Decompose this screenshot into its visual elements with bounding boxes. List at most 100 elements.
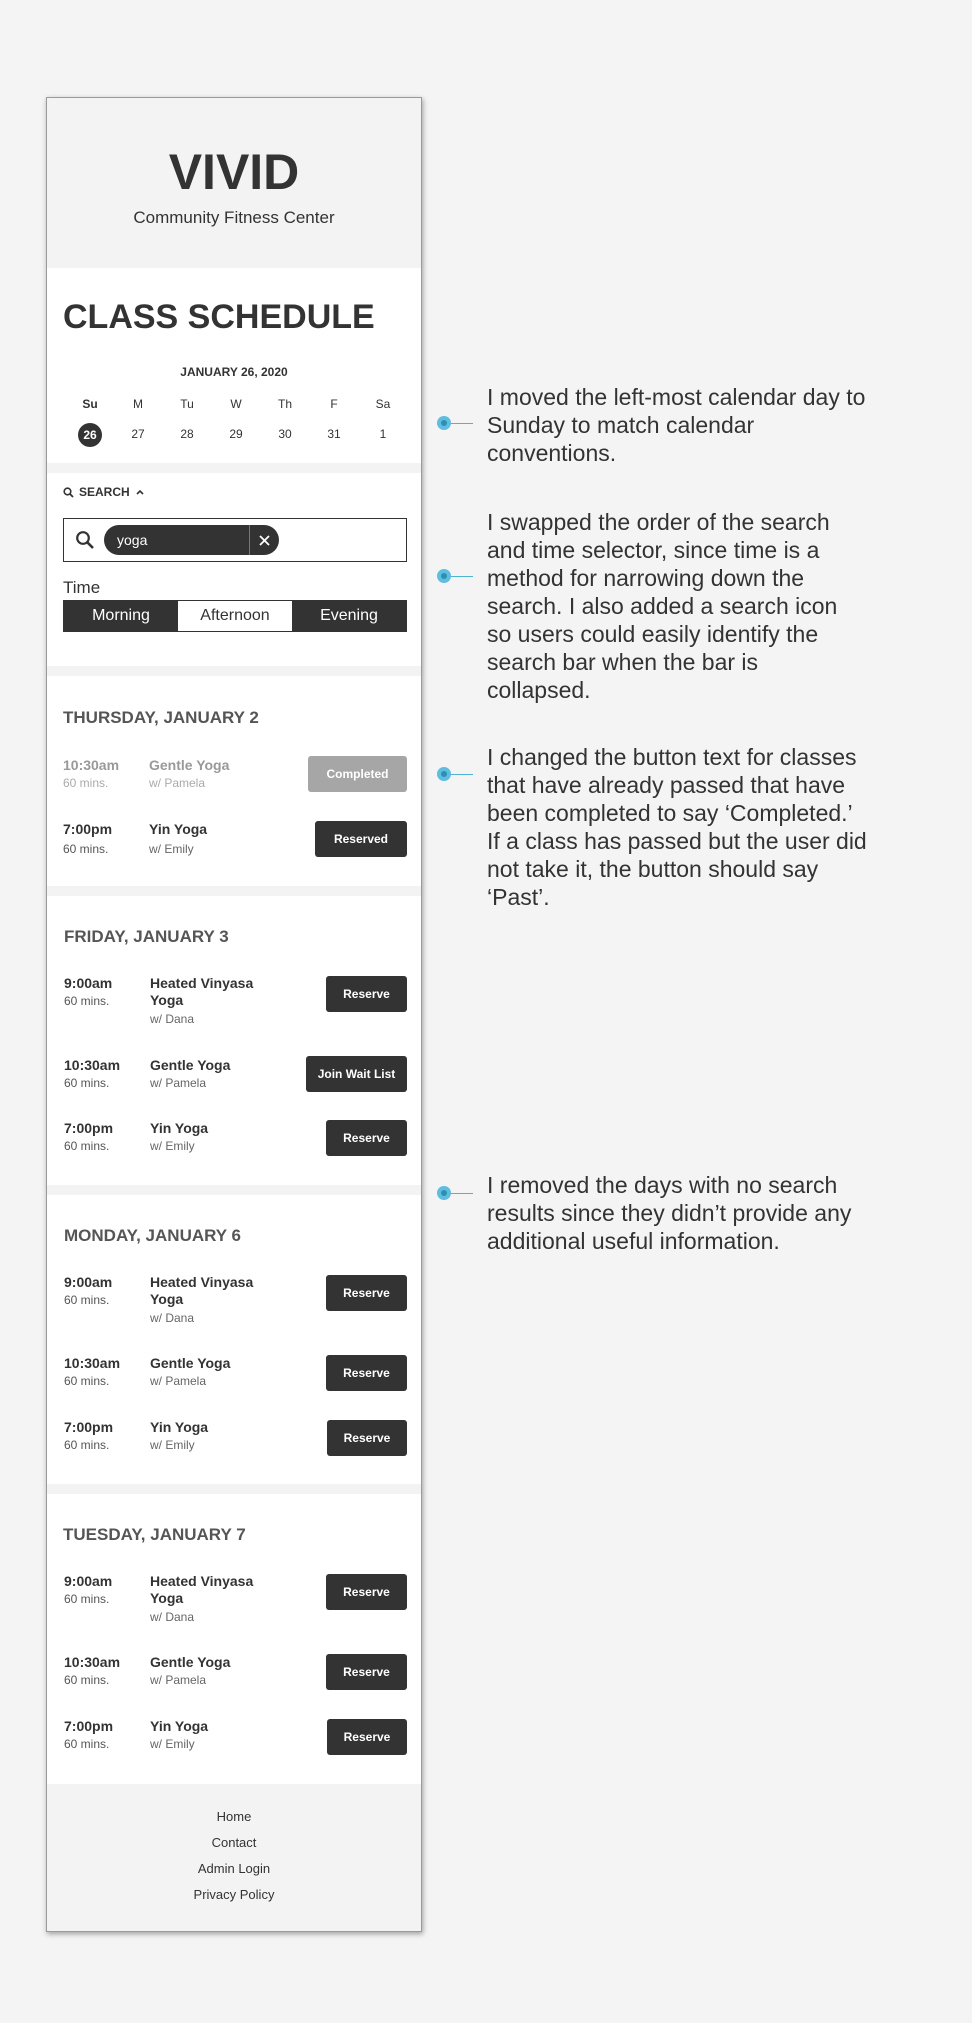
footer-link-contact[interactable]: Contact bbox=[47, 1835, 421, 1850]
weekday-tu: Tu bbox=[180, 397, 194, 411]
brand-tagline: Community Fitness Center bbox=[133, 208, 335, 227]
class-time: 10:30am bbox=[64, 1057, 121, 1073]
section-divider bbox=[47, 1185, 421, 1195]
weekday-f: F bbox=[330, 397, 338, 411]
class-instructor: w/ Emily bbox=[150, 1737, 195, 1751]
hero-header: VIVID Community Fitness Center bbox=[47, 98, 421, 268]
time-filter-label: Time bbox=[63, 578, 101, 597]
footer-link-privacy-policy[interactable]: Privacy Policy bbox=[47, 1887, 421, 1902]
class-name: Gentle Yoga bbox=[150, 1355, 231, 1371]
footer-link-admin-login[interactable]: Admin Login bbox=[47, 1861, 421, 1876]
time-option-morning[interactable]: Morning bbox=[64, 601, 178, 631]
calendar-day[interactable]: 28 bbox=[167, 423, 207, 445]
section-divider bbox=[47, 886, 421, 896]
class-duration: 60 mins. bbox=[64, 1076, 110, 1090]
footer-link-home[interactable]: Home bbox=[47, 1809, 421, 1824]
class-duration: 60 mins. bbox=[64, 1139, 110, 1153]
annotation-text: I removed the days with no search result… bbox=[487, 1172, 852, 1254]
class-instructor: w/ Emily bbox=[149, 842, 194, 856]
calendar-day[interactable]: 27 bbox=[118, 423, 158, 445]
reserve-button[interactable]: Reserve bbox=[327, 1719, 407, 1755]
calendar-day-selected[interactable]: 26 bbox=[70, 423, 110, 447]
class-duration: 60 mins. bbox=[63, 842, 109, 856]
class-name: Gentle Yoga bbox=[150, 1654, 231, 1670]
calendar-day[interactable]: 29 bbox=[216, 423, 256, 445]
section-divider bbox=[47, 1484, 421, 1494]
brand-logo[interactable]: VIVID bbox=[47, 143, 421, 201]
class-time: 7:00pm bbox=[63, 821, 113, 837]
class-instructor: w/ Emily bbox=[150, 1438, 195, 1452]
annotation-text: I swapped the order of the search and ti… bbox=[487, 509, 838, 703]
class-duration: 60 mins. bbox=[64, 1438, 110, 1452]
class-time: 10:30am bbox=[64, 1355, 121, 1371]
class-time: 9:00am bbox=[64, 975, 113, 991]
class-duration: 60 mins. bbox=[64, 1673, 110, 1687]
class-instructor: w/ Dana bbox=[150, 1610, 195, 1624]
clear-search-button[interactable] bbox=[249, 525, 279, 555]
time-option-afternoon[interactable]: Afternoon bbox=[178, 601, 292, 631]
day-heading: MONDAY, JANUARY 6 bbox=[64, 1226, 241, 1245]
reserve-button[interactable]: Reserve bbox=[326, 1120, 407, 1156]
class-name: Heated Vinyasa Yoga bbox=[150, 1274, 254, 1307]
reserve-button[interactable]: Reserve bbox=[326, 976, 407, 1012]
reserve-button[interactable]: Reserve bbox=[326, 1275, 407, 1311]
page-title: CLASS SCHEDULE bbox=[63, 298, 375, 336]
class-instructor: w/ Pamela bbox=[150, 1374, 207, 1388]
class-name: Yin Yoga bbox=[150, 1419, 209, 1435]
weekday-th: Th bbox=[277, 397, 292, 411]
class-instructor: w/ Pamela bbox=[150, 1673, 207, 1687]
class-time: 9:00am bbox=[64, 1274, 113, 1290]
weekday-m: M bbox=[133, 397, 143, 411]
day-heading: THURSDAY, JANUARY 2 bbox=[63, 708, 259, 727]
reserve-button[interactable]: Reserve bbox=[326, 1654, 407, 1690]
section-divider bbox=[47, 666, 421, 676]
annotation-marker bbox=[437, 767, 473, 781]
class-name: Heated Vinyasa Yoga bbox=[150, 1573, 254, 1606]
reserve-button[interactable]: Reserve bbox=[326, 1574, 407, 1610]
completed-button[interactable]: Completed bbox=[308, 756, 407, 792]
reserve-button[interactable]: Reserve bbox=[326, 1355, 407, 1391]
calendar-day[interactable]: 30 bbox=[265, 423, 305, 445]
weekday-w: W bbox=[230, 397, 242, 411]
class-instructor: w/ Emily bbox=[150, 1139, 195, 1153]
search-icon bbox=[76, 531, 94, 549]
section-divider bbox=[47, 463, 421, 473]
class-instructor: w/ Dana bbox=[150, 1311, 195, 1325]
join-wait-list-button[interactable]: Join Wait List bbox=[306, 1056, 407, 1092]
close-icon bbox=[259, 534, 270, 546]
calendar-day[interactable]: 31 bbox=[314, 423, 354, 445]
class-instructor: w/ Pamela bbox=[149, 776, 206, 790]
annotation-text: I changed the button text for classes th… bbox=[487, 744, 867, 910]
weekday-sa: Sa bbox=[375, 397, 391, 411]
calendar-month-label: JANUARY 26, 2020 bbox=[180, 365, 288, 379]
reserved-button[interactable]: Reserved bbox=[315, 821, 407, 857]
class-name: Yin Yoga bbox=[149, 821, 208, 837]
time-filter-selector: Morning Afternoon Evening bbox=[63, 600, 407, 632]
time-option-evening[interactable]: Evening bbox=[292, 601, 406, 631]
search-query-text: yoga bbox=[117, 532, 148, 548]
reserve-button[interactable]: Reserve bbox=[327, 1420, 407, 1456]
day-heading: FRIDAY, JANUARY 3 bbox=[64, 927, 229, 946]
chevron-up-icon bbox=[136, 489, 144, 495]
class-instructor: w/ Dana bbox=[150, 1012, 195, 1026]
class-time: 7:00pm bbox=[64, 1120, 114, 1136]
day-heading: TUESDAY, JANUARY 7 bbox=[63, 1525, 246, 1544]
weekday-su: Su bbox=[82, 397, 98, 411]
class-time: 10:30am bbox=[63, 757, 120, 773]
class-time: 9:00am bbox=[64, 1573, 113, 1589]
class-name: Yin Yoga bbox=[150, 1120, 209, 1136]
footer: Home Contact Admin Login Privacy Policy bbox=[47, 1784, 421, 1931]
class-time: 7:00pm bbox=[64, 1419, 114, 1435]
class-time: 10:30am bbox=[64, 1654, 121, 1670]
search-toggle[interactable]: SEARCH bbox=[63, 485, 145, 499]
calendar-day[interactable]: 1 bbox=[363, 423, 403, 445]
annotation-text: I moved the left-most calendar day to Su… bbox=[487, 384, 866, 466]
annotation-marker bbox=[437, 416, 473, 430]
search-query-chip[interactable]: yoga bbox=[104, 525, 279, 555]
class-name: Heated Vinyasa Yoga bbox=[150, 975, 254, 1008]
class-duration: 60 mins. bbox=[64, 1293, 110, 1307]
class-duration: 60 mins. bbox=[64, 1374, 110, 1388]
search-input[interactable]: yoga bbox=[63, 518, 407, 562]
annotation-marker bbox=[437, 569, 473, 583]
class-duration: 60 mins. bbox=[64, 994, 110, 1008]
